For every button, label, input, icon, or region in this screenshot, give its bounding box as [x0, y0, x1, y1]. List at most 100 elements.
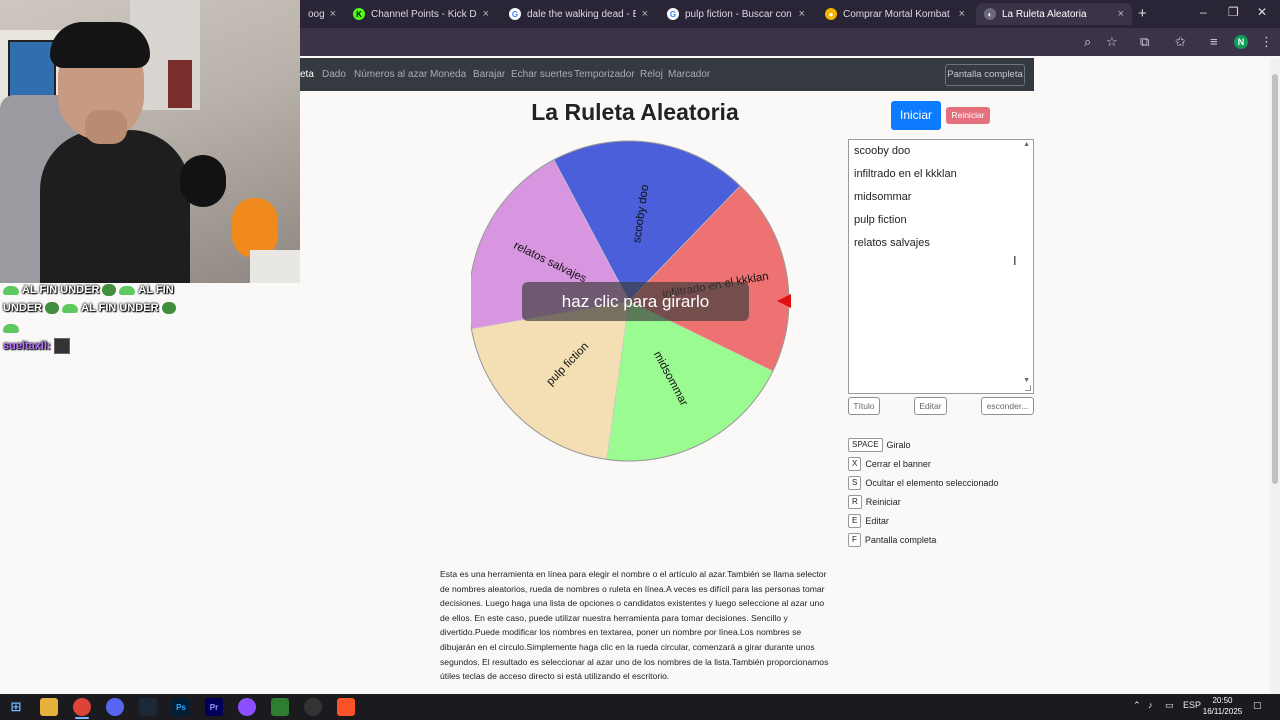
discord-icon[interactable] [106, 698, 124, 716]
notifications-icon[interactable]: ▢ [1253, 700, 1262, 711]
start-button[interactable]: Iniciar [891, 101, 941, 130]
volume-icon[interactable]: ♪ [1148, 700, 1153, 710]
media-control-icon[interactable]: ≡ [1210, 34, 1218, 49]
chat-message: sueltaxll: [3, 338, 70, 354]
shortcut-key: E [848, 514, 862, 528]
nav-numeros[interactable]: Números al azar [354, 69, 427, 80]
tab-title: oogle [308, 8, 324, 20]
tab-mortal-kombat[interactable]: ● Comprar Mortal Kombat 1: Del × [817, 3, 973, 25]
extensions-icon[interactable]: ⧉ [1140, 34, 1149, 50]
emote-icon [3, 285, 19, 295]
webcam-poster [8, 40, 56, 102]
profile-avatar[interactable]: N [1234, 35, 1248, 49]
zoom-icon[interactable]: ⌕ [1084, 34, 1091, 50]
tab-pulp-fiction-search[interactable]: G pulp fiction - Buscar con Googl × [659, 3, 813, 25]
chat-text: AL FIN [138, 284, 174, 296]
nav-marcador[interactable]: Marcador [668, 69, 710, 80]
favorites-icon[interactable]: ✩ [1175, 34, 1186, 50]
nav-moneda[interactable]: Moneda [430, 69, 466, 80]
shortcut-row: S Ocultar el elemento seleccionado [848, 476, 998, 490]
shortcut-key: F [848, 533, 861, 547]
nav-temporizador[interactable]: Temporizador [574, 69, 635, 80]
hide-button[interactable]: esconder... [981, 397, 1034, 415]
photoshop-icon[interactable]: Ps [172, 698, 190, 716]
entry-line: relatos salvajes [854, 237, 930, 249]
nav-barajar[interactable]: Barajar [473, 69, 505, 80]
edit-button[interactable]: Editar [914, 397, 947, 415]
webcam-person-torso [40, 130, 190, 283]
minecraft-icon[interactable] [271, 698, 289, 716]
tab-kick-dashboard[interactable]: K Channel Points - Kick Dashboa × [345, 3, 497, 25]
language-indicator[interactable]: ESP [1183, 700, 1201, 710]
title-button[interactable]: Título [848, 397, 880, 415]
shortcut-key: SPACE [848, 438, 883, 452]
steam-icon[interactable] [139, 698, 157, 716]
tray-expand-icon[interactable]: ⌃ [1133, 700, 1141, 711]
windows-start-icon[interactable]: ⊞ [7, 698, 25, 716]
tab-title: Channel Points - Kick Dashboa [371, 8, 477, 20]
system-clock[interactable]: 20:50 16/11/2025 [1200, 695, 1245, 717]
chrome-icon[interactable] [73, 698, 91, 716]
minimize-icon[interactable]: – [1200, 5, 1207, 19]
reset-button[interactable]: Reiniciar [946, 107, 990, 124]
nav-dado[interactable]: Dado [322, 69, 346, 80]
chat-message [3, 324, 19, 333]
emote-icon [3, 324, 19, 333]
shortcut-key: X [848, 457, 862, 471]
chat-message: AL FIN UNDER AL FIN [3, 284, 174, 296]
shortcut-row: F Pantalla completa [848, 533, 936, 547]
frog-emote-icon [161, 302, 176, 314]
obs-icon[interactable] [304, 698, 322, 716]
bookmark-star-icon[interactable]: ☆ [1106, 34, 1118, 50]
entry-line: midsommar [854, 191, 912, 203]
brave-icon[interactable] [337, 698, 355, 716]
network-icon[interactable]: ▭ [1165, 700, 1174, 711]
tab-close-icon[interactable]: × [483, 8, 489, 20]
file-explorer-icon[interactable] [40, 698, 58, 716]
entry-line: scooby doo [854, 145, 911, 157]
tab-title: Comprar Mortal Kombat 1: Del [843, 8, 953, 20]
tab-google[interactable]: oogle × [300, 3, 344, 25]
tab-close-icon[interactable]: × [959, 8, 965, 20]
emote-icon [62, 303, 79, 313]
shortcut-row: X Cerrar el banner [848, 457, 931, 471]
webcam-poster-small [168, 60, 192, 108]
nav-echar-suertes[interactable]: Echar suertes [511, 69, 573, 80]
shortcut-row: R Reiniciar [848, 495, 901, 509]
tab-close-icon[interactable]: × [330, 8, 336, 20]
tab-title: La Ruleta Aleatoria [1002, 8, 1087, 20]
nav-reloj[interactable]: Reloj [640, 69, 663, 80]
taskbar [0, 694, 1280, 720]
maximize-icon[interactable]: ❐ [1228, 5, 1239, 19]
premiere-icon[interactable]: Pr [205, 698, 223, 716]
spin-banner[interactable]: haz clic para girarlo [522, 282, 749, 321]
entry-line: pulp fiction [854, 214, 907, 226]
webcam-feed [0, 0, 300, 283]
entry-line: infiltrado en el kkklan [854, 168, 957, 180]
page-title: La Ruleta Aleatoria [531, 99, 739, 125]
resize-handle-icon[interactable] [1025, 385, 1031, 391]
chat-overlay: AL FIN UNDER AL FIN UNDER AL FIN UNDER s… [0, 283, 300, 363]
google-favicon-icon: G [509, 8, 521, 20]
nav-ruleta[interactable]: eta [300, 69, 314, 80]
scroll-up-icon[interactable]: ▲ [1023, 141, 1030, 148]
tab-close-icon[interactable]: × [1118, 8, 1124, 20]
globe-favicon-icon: ◐ [984, 8, 996, 20]
entries-textarea[interactable]: scooby doo infiltrado en el kkklan midso… [848, 139, 1034, 394]
frog-emote-icon [45, 302, 60, 314]
clock-time: 20:50 [1212, 696, 1233, 705]
clock-date: 16/11/2025 [1202, 707, 1243, 716]
fullscreen-button[interactable]: Pantalla completa [945, 64, 1025, 86]
tab-close-icon[interactable]: × [799, 8, 805, 20]
podcast-app-icon[interactable] [238, 698, 256, 716]
webcam-plush-toy [232, 198, 278, 258]
menu-dots-icon[interactable]: ⋮ [1260, 34, 1273, 50]
tab-close-icon[interactable]: × [642, 8, 648, 20]
new-tab-button[interactable]: + [1138, 5, 1147, 22]
tab-ruleta-aleatoria[interactable]: ◐ La Ruleta Aleatoria × [976, 3, 1132, 25]
close-window-icon[interactable]: ✕ [1257, 5, 1267, 19]
tab-walking-dead-search[interactable]: G dale the walking dead - Buscar × [501, 3, 656, 25]
scroll-down-icon[interactable]: ▼ [1023, 377, 1030, 384]
page-scrollbar-thumb[interactable] [1272, 74, 1278, 484]
tab-title: dale the walking dead - Buscar [527, 8, 636, 20]
